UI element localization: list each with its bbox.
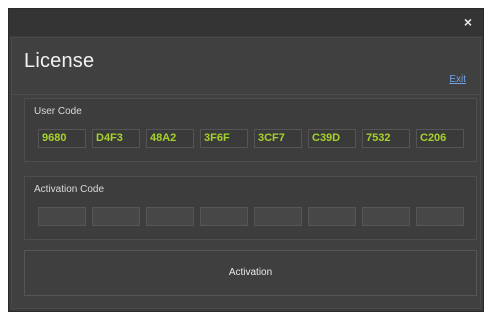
close-icon[interactable]: × (459, 13, 477, 31)
user-code-segment[interactable]: 48A2 (146, 129, 194, 148)
user-code-group: User Code 9680 D4F3 48A2 3F6F 3CF7 C39D … (24, 98, 477, 162)
user-code-segment[interactable]: C206 (416, 129, 464, 148)
user-code-segment[interactable]: 7532 (362, 129, 410, 148)
activation-code-label: Activation Code (34, 184, 105, 195)
activation-code-input[interactable] (38, 207, 86, 226)
user-code-segment[interactable]: D4F3 (92, 129, 140, 148)
license-window: × License Exit User Code 9680 D4F3 48A2 … (8, 8, 484, 312)
activation-code-input[interactable] (254, 207, 302, 226)
user-code-segment[interactable]: 3F6F (200, 129, 248, 148)
title-bar: × (9, 9, 483, 36)
user-code-segment[interactable]: 3CF7 (254, 129, 302, 148)
activation-code-input[interactable] (362, 207, 410, 226)
activation-code-row (38, 207, 464, 226)
user-code-row: 9680 D4F3 48A2 3F6F 3CF7 C39D 7532 C206 (38, 129, 464, 148)
activation-code-group: Activation Code (24, 176, 477, 240)
activation-code-input[interactable] (146, 207, 194, 226)
page-title: License (24, 50, 95, 72)
license-panel: License Exit User Code 9680 D4F3 48A2 3F… (11, 37, 481, 309)
activation-button[interactable]: Activation (24, 250, 477, 296)
user-code-label: User Code (34, 106, 82, 117)
user-code-segment[interactable]: C39D (308, 129, 356, 148)
exit-link[interactable]: Exit (449, 74, 466, 85)
user-code-segment[interactable]: 9680 (38, 129, 86, 148)
activation-code-input[interactable] (416, 207, 464, 226)
header-divider (12, 94, 480, 95)
activation-code-input[interactable] (308, 207, 356, 226)
activation-code-input[interactable] (200, 207, 248, 226)
activation-code-input[interactable] (92, 207, 140, 226)
